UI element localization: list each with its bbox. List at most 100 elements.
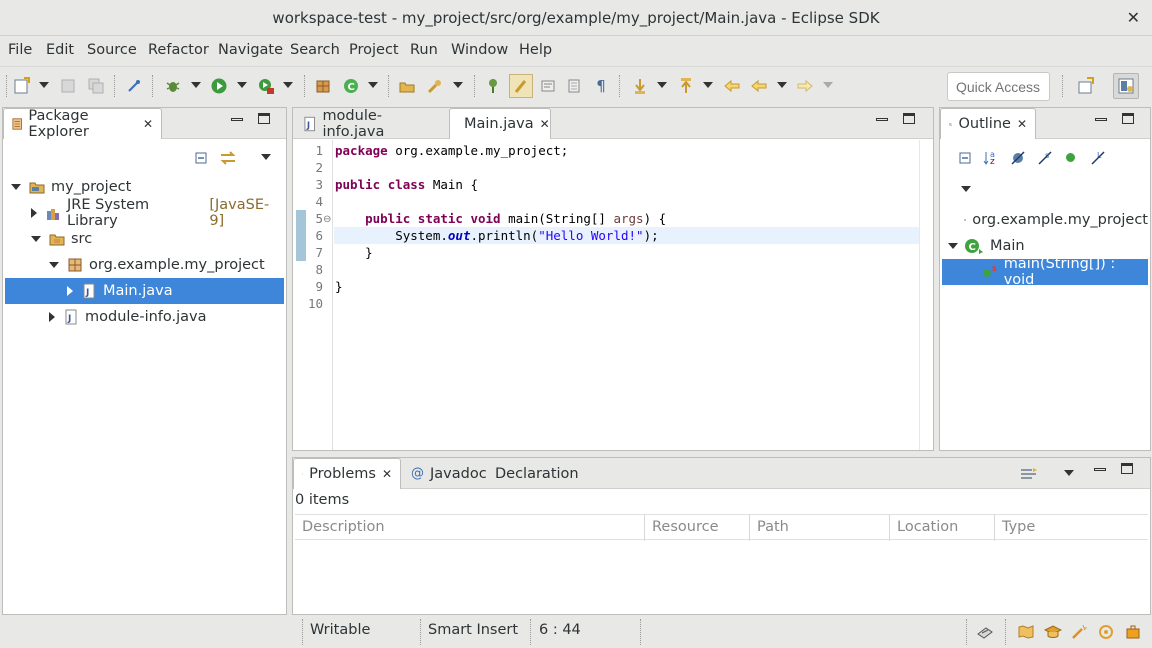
tutorials-icon[interactable] (1043, 625, 1063, 643)
outline-item-package[interactable]: org.example.my_project (942, 207, 1148, 233)
tree-item-package[interactable]: org.example.my_project (5, 252, 284, 278)
menu-navigate[interactable]: Navigate (218, 42, 283, 58)
view-menu-icon[interactable] (961, 186, 971, 192)
focus-on-active-task-icon[interactable] (1020, 465, 1038, 485)
chevron-right-icon[interactable] (67, 286, 73, 296)
close-tab-icon[interactable]: ✕ (382, 467, 392, 481)
hide-local-types-icon[interactable]: L (1090, 150, 1106, 170)
new-class-dropdown-arrow[interactable] (368, 82, 378, 88)
tree-item-src[interactable]: src (5, 226, 284, 252)
code-line[interactable]: } (335, 244, 373, 261)
debug-icon[interactable] (163, 76, 183, 96)
search-dropdown-arrow[interactable] (453, 82, 463, 88)
minimize-icon[interactable] (1094, 468, 1106, 471)
whats-new-icon[interactable] (1071, 624, 1088, 644)
tree-item-main-java[interactable]: J Main.java (5, 278, 284, 304)
close-tab-icon[interactable]: ✕ (540, 117, 550, 131)
link-with-editor-icon[interactable] (219, 150, 237, 170)
collapse-all-icon[interactable] (193, 150, 209, 170)
samples-icon[interactable] (1098, 624, 1114, 644)
close-tab-icon[interactable]: ✕ (1017, 117, 1027, 131)
new-icon[interactable] (12, 76, 32, 96)
code-line[interactable]: public class Main { (335, 176, 478, 193)
chevron-right-icon[interactable] (49, 312, 55, 322)
menu-file[interactable]: File (8, 42, 32, 58)
open-perspective-icon[interactable] (1076, 76, 1096, 96)
previous-annotation-icon[interactable] (676, 76, 696, 96)
chevron-down-icon[interactable] (11, 184, 21, 190)
sort-icon[interactable]: za (983, 150, 1001, 170)
tree-item-module-info[interactable]: J module-info.java (5, 304, 284, 330)
close-tab-icon[interactable]: ✕ (143, 117, 153, 131)
save-icon[interactable] (58, 76, 78, 96)
search-icon[interactable] (425, 76, 445, 96)
new-dropdown-arrow[interactable] (39, 82, 49, 88)
menu-project[interactable]: Project (349, 42, 399, 58)
word-wrap-icon[interactable] (538, 76, 558, 96)
new-java-package-icon[interactable] (313, 76, 333, 96)
tab-javadoc[interactable]: @ Javadoc (403, 458, 487, 489)
tab-main-java[interactable]: J Main.java ✕ (449, 108, 551, 139)
debug-dropdown-arrow[interactable] (191, 82, 201, 88)
outline-item-main-method[interactable]: S main(String[]) : void (942, 256, 1148, 288)
open-map-icon[interactable] (1018, 625, 1034, 643)
minimize-icon[interactable] (231, 118, 243, 121)
code-line[interactable]: package org.example.my_project; (335, 142, 568, 159)
menu-source[interactable]: Source (87, 42, 137, 58)
code-line[interactable]: public static void main(String[] args) { (335, 210, 666, 227)
run-dropdown-arrow[interactable] (237, 82, 247, 88)
previous-annotation-dropdown-arrow[interactable] (703, 82, 713, 88)
chevron-right-icon[interactable] (31, 208, 37, 218)
column-header-type[interactable]: Type (995, 515, 1148, 541)
external-tools-dropdown-arrow[interactable] (283, 82, 293, 88)
column-header-description[interactable]: Description (295, 515, 645, 541)
tab-problems[interactable]: Problems ✕ (293, 458, 401, 489)
hide-static-icon[interactable]: s (1037, 150, 1053, 170)
menu-window[interactable]: Window (451, 42, 508, 58)
mark-occurrences-icon[interactable] (509, 74, 533, 98)
briefcase-icon[interactable] (1125, 624, 1141, 644)
chevron-down-icon[interactable] (49, 262, 59, 268)
close-window-button[interactable]: ✕ (1127, 8, 1140, 27)
quick-access-input[interactable] (947, 72, 1050, 101)
minimize-icon[interactable] (876, 118, 888, 121)
menu-help[interactable]: Help (519, 42, 552, 58)
tab-module-info-java[interactable]: J module-info.java (295, 108, 447, 140)
fold-icon[interactable]: ⊖ (323, 214, 331, 225)
tab-outline[interactable]: Outline ✕ (940, 108, 1036, 139)
column-header-path[interactable]: Path (750, 515, 890, 541)
hide-non-public-icon[interactable] (1066, 153, 1075, 162)
java-perspective-icon[interactable] (1113, 73, 1139, 99)
last-edit-location-icon[interactable] (722, 76, 742, 96)
minimize-icon[interactable] (1095, 118, 1107, 121)
tab-declaration[interactable]: Declaration (481, 458, 585, 489)
maximize-icon[interactable] (903, 113, 915, 124)
view-menu-icon[interactable] (261, 154, 271, 160)
collapse-all-icon[interactable] (957, 150, 973, 170)
code-line[interactable]: } (335, 278, 343, 295)
heap-status-icon[interactable] (976, 624, 994, 644)
next-annotation-dropdown-arrow[interactable] (657, 82, 667, 88)
toggle-breakpoint-icon[interactable] (124, 76, 144, 96)
code-line[interactable]: System.out.println("Hello World!"); (335, 227, 658, 244)
forward-icon[interactable] (795, 76, 815, 96)
external-tools-icon[interactable] (256, 76, 276, 96)
annotation-icon[interactable] (483, 76, 503, 96)
tab-package-explorer[interactable]: Package Explorer ✕ (3, 108, 162, 140)
show-whitespace-icon[interactable]: ¶ (591, 76, 611, 96)
menu-refactor[interactable]: Refactor (148, 42, 209, 58)
menu-search[interactable]: Search (290, 42, 340, 58)
maximize-icon[interactable] (1122, 113, 1134, 124)
maximize-icon[interactable] (1121, 463, 1133, 474)
menu-run[interactable]: Run (410, 42, 438, 58)
new-java-class-icon[interactable]: C (341, 76, 361, 96)
chevron-down-icon[interactable] (948, 243, 958, 249)
block-selection-icon[interactable] (564, 76, 584, 96)
next-annotation-icon[interactable] (630, 76, 650, 96)
back-icon[interactable] (749, 76, 769, 96)
maximize-icon[interactable] (258, 113, 270, 124)
hide-fields-icon[interactable] (1010, 150, 1026, 170)
chevron-down-icon[interactable] (31, 236, 41, 242)
menu-edit[interactable]: Edit (46, 42, 74, 58)
open-type-icon[interactable] (397, 76, 417, 96)
